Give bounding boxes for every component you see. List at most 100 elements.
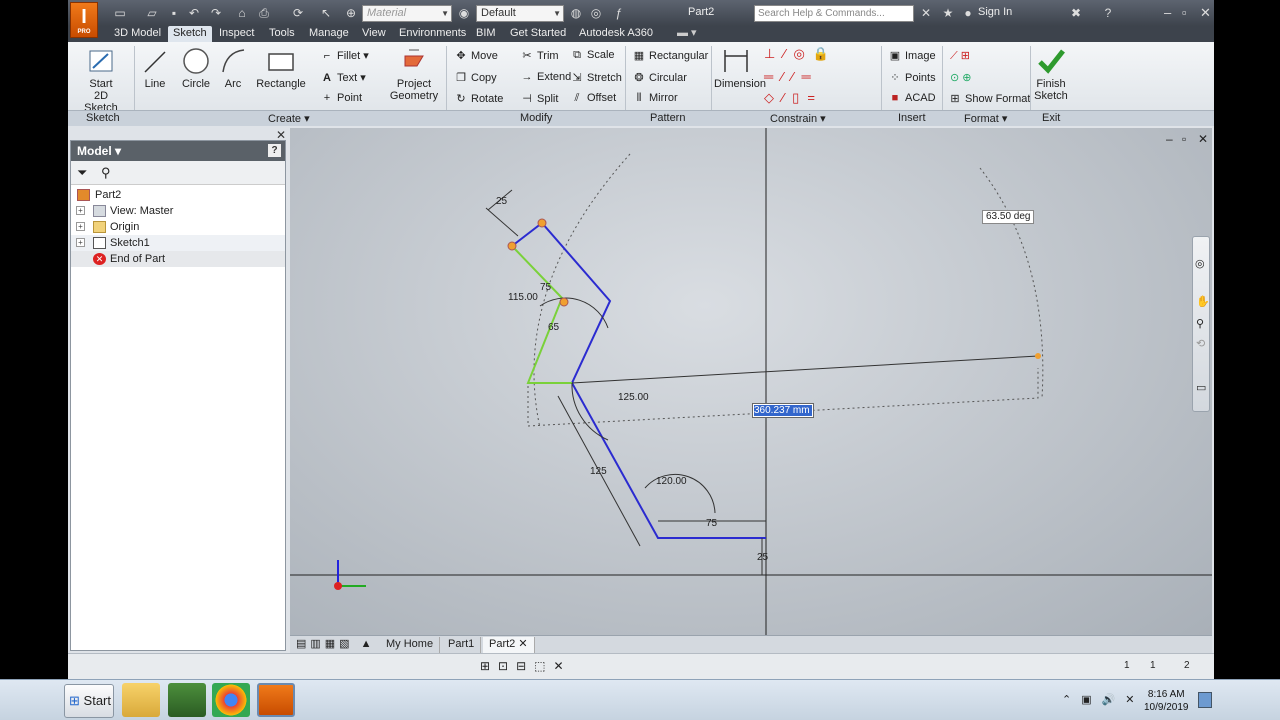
constraint-icons-row1[interactable]: ⊥⁄◎🔒 [764, 46, 837, 62]
select-icon[interactable]: ↖ [318, 5, 334, 21]
search-input[interactable]: Search Help & Commands... [754, 5, 914, 22]
graphics-minimize-icon[interactable]: – [1166, 132, 1173, 146]
browser-header[interactable]: Model ▾ ? [71, 141, 285, 161]
points-button[interactable]: ⁘ Points [888, 71, 935, 84]
tab-manage[interactable]: Manage [304, 26, 354, 42]
tab-bim[interactable]: BIM [471, 26, 501, 42]
tray-icons[interactable]: ⌃▣🔊✕ [1062, 693, 1145, 706]
point-button[interactable]: + Point [320, 92, 362, 104]
project-geometry-button[interactable]: Project Geometry [388, 46, 440, 102]
tab-autodesk-a360[interactable]: Autodesk A360 [574, 26, 658, 42]
panel-sketch[interactable]: Sketch [86, 112, 120, 124]
show-format-button[interactable]: ⊞ Show Format [948, 92, 1030, 105]
dimension-button[interactable]: Dimension [714, 46, 766, 90]
dim-65[interactable]: 65 [548, 322, 560, 333]
doc-tab-part1[interactable]: Part1 [442, 637, 482, 653]
save-icon[interactable]: ▪ [166, 5, 182, 21]
line-button[interactable]: Line [140, 46, 170, 90]
move-button[interactable]: ✥ Move [454, 49, 498, 62]
star-icon[interactable]: ★ [940, 5, 956, 21]
graphics-window[interactable]: 25 115.00 75 65 125.00 125 120.00 75 25 … [290, 128, 1212, 635]
material-combo[interactable]: Material ▼ [362, 5, 452, 22]
start-button[interactable]: ⊞ Start [64, 684, 114, 718]
find-icon[interactable]: ⚲ [101, 165, 111, 181]
angle-input[interactable]: 63.50 deg [982, 210, 1034, 224]
format-icons[interactable]: ⟋ ⊞ [950, 49, 970, 63]
tab-environments[interactable]: Environments [394, 26, 471, 42]
tile-layout-icons[interactable]: ▤▥▦▧ ▲ [290, 637, 382, 653]
app-icon[interactable] [168, 683, 206, 717]
panel-constrain[interactable]: Constrain ▾ [770, 112, 826, 125]
zoom-icon[interactable]: ⚲ [1196, 317, 1204, 330]
redo-icon[interactable]: ↷ [208, 5, 224, 21]
cursor-point[interactable] [1035, 353, 1041, 359]
steering-wheel-icon[interactable]: ◎ [1195, 257, 1205, 270]
split-button[interactable]: ⊣ Split [520, 92, 558, 105]
finish-sketch-button[interactable]: Finish Sketch [1032, 46, 1070, 102]
length-input[interactable]: 360.237 mm [752, 403, 814, 418]
fx-icon[interactable]: ƒ [611, 5, 627, 21]
measure-icon[interactable]: ⊕ [343, 5, 359, 21]
new-icon[interactable]: ▭ [112, 5, 128, 21]
rectangle-button[interactable]: Rectangle [256, 46, 306, 90]
exchange-icon[interactable]: ✖ [1068, 5, 1084, 21]
start-2d-sketch-button[interactable]: Start 2D Sketch [76, 46, 126, 114]
graphics-restore-icon[interactable]: ▫ [1182, 132, 1186, 146]
dim-125-angle[interactable]: 125.00 [618, 392, 649, 403]
filter-icon[interactable]: ⏷ [77, 165, 87, 181]
browser-help-icon[interactable]: ? [268, 144, 281, 157]
dim-75[interactable]: 75 [540, 282, 552, 293]
constraint-icons-row3[interactable]: ◇⁄▯= [764, 90, 823, 106]
extend-button[interactable]: → Extend [520, 71, 572, 83]
user-icon[interactable]: ● [960, 5, 976, 21]
dim-115[interactable]: 115.00 [508, 292, 538, 303]
doc-tab-close-icon[interactable]: ✕ [518, 638, 527, 650]
undo-icon[interactable]: ↶ [186, 5, 202, 21]
tree-item-origin[interactable]: + Origin [71, 219, 285, 235]
orbit-icon[interactable]: ⟲ [1196, 337, 1205, 350]
appearance-icon[interactable]: ◉ [456, 5, 472, 21]
rotate-button[interactable]: ↻ Rotate [454, 92, 503, 105]
expand-icon[interactable]: + [76, 238, 85, 247]
dim-25-right[interactable]: 25 [757, 552, 769, 563]
panel-format[interactable]: Format ▾ [964, 112, 1007, 125]
panel-pattern[interactable]: Pattern [650, 112, 685, 124]
tab-inspect[interactable]: Inspect [214, 26, 259, 42]
panel-insert[interactable]: Insert [898, 112, 926, 124]
adjust-icon[interactable]: ◍ [568, 5, 584, 21]
scale-button[interactable]: ⧉ Scale [570, 49, 614, 62]
copy-button[interactable]: ❐ Copy [454, 71, 497, 84]
expand-icon[interactable]: + [76, 206, 85, 215]
tab-overflow-icon[interactable]: ▬ ▾ [672, 26, 702, 42]
binoculars-icon[interactable]: ✕ [918, 5, 934, 21]
expand-icon[interactable]: + [76, 222, 85, 231]
text-button[interactable]: A Text ▾ [320, 71, 366, 84]
sketch-point[interactable] [507, 241, 517, 251]
tab-tools[interactable]: Tools [264, 26, 300, 42]
close-icon[interactable]: ✕ [1200, 5, 1211, 21]
pan-icon[interactable]: ✋ [1196, 295, 1210, 308]
appearance-combo[interactable]: Default ▼ [476, 5, 564, 22]
offset-button[interactable]: ⫽ Offset [570, 92, 617, 105]
circle-button[interactable]: Circle [178, 46, 214, 90]
app-logo[interactable]: I PRO [70, 2, 98, 38]
sketch-point[interactable] [537, 218, 547, 228]
panel-exit[interactable]: Exit [1042, 112, 1060, 124]
chrome-icon[interactable] [212, 683, 250, 717]
sketch-profile[interactable] [511, 221, 766, 539]
stretch-button[interactable]: ⇲ Stretch [570, 71, 621, 84]
tab-view[interactable]: View [357, 26, 391, 42]
graphics-close-icon[interactable]: ✕ [1198, 132, 1208, 146]
sign-in-link[interactable]: Sign In [978, 6, 1012, 18]
look-at-icon[interactable]: ▭ [1196, 381, 1206, 394]
panel-create[interactable]: Create ▾ [268, 112, 310, 125]
sketch-point[interactable] [559, 297, 569, 307]
panel-modify[interactable]: Modify [520, 112, 552, 124]
tree-item-part2[interactable]: Part2 [71, 187, 285, 203]
sketch-canvas[interactable]: 25 115.00 75 65 125.00 125 120.00 75 25 [290, 128, 1212, 635]
rectangular-pattern-button[interactable]: ▦ Rectangular [632, 49, 709, 62]
tab-get-started[interactable]: Get Started [505, 26, 571, 42]
fillet-button[interactable]: ⌐ Fillet ▾ [320, 49, 369, 62]
help-icon[interactable]: ? [1100, 5, 1116, 21]
show-desktop-icon[interactable] [1198, 692, 1212, 708]
